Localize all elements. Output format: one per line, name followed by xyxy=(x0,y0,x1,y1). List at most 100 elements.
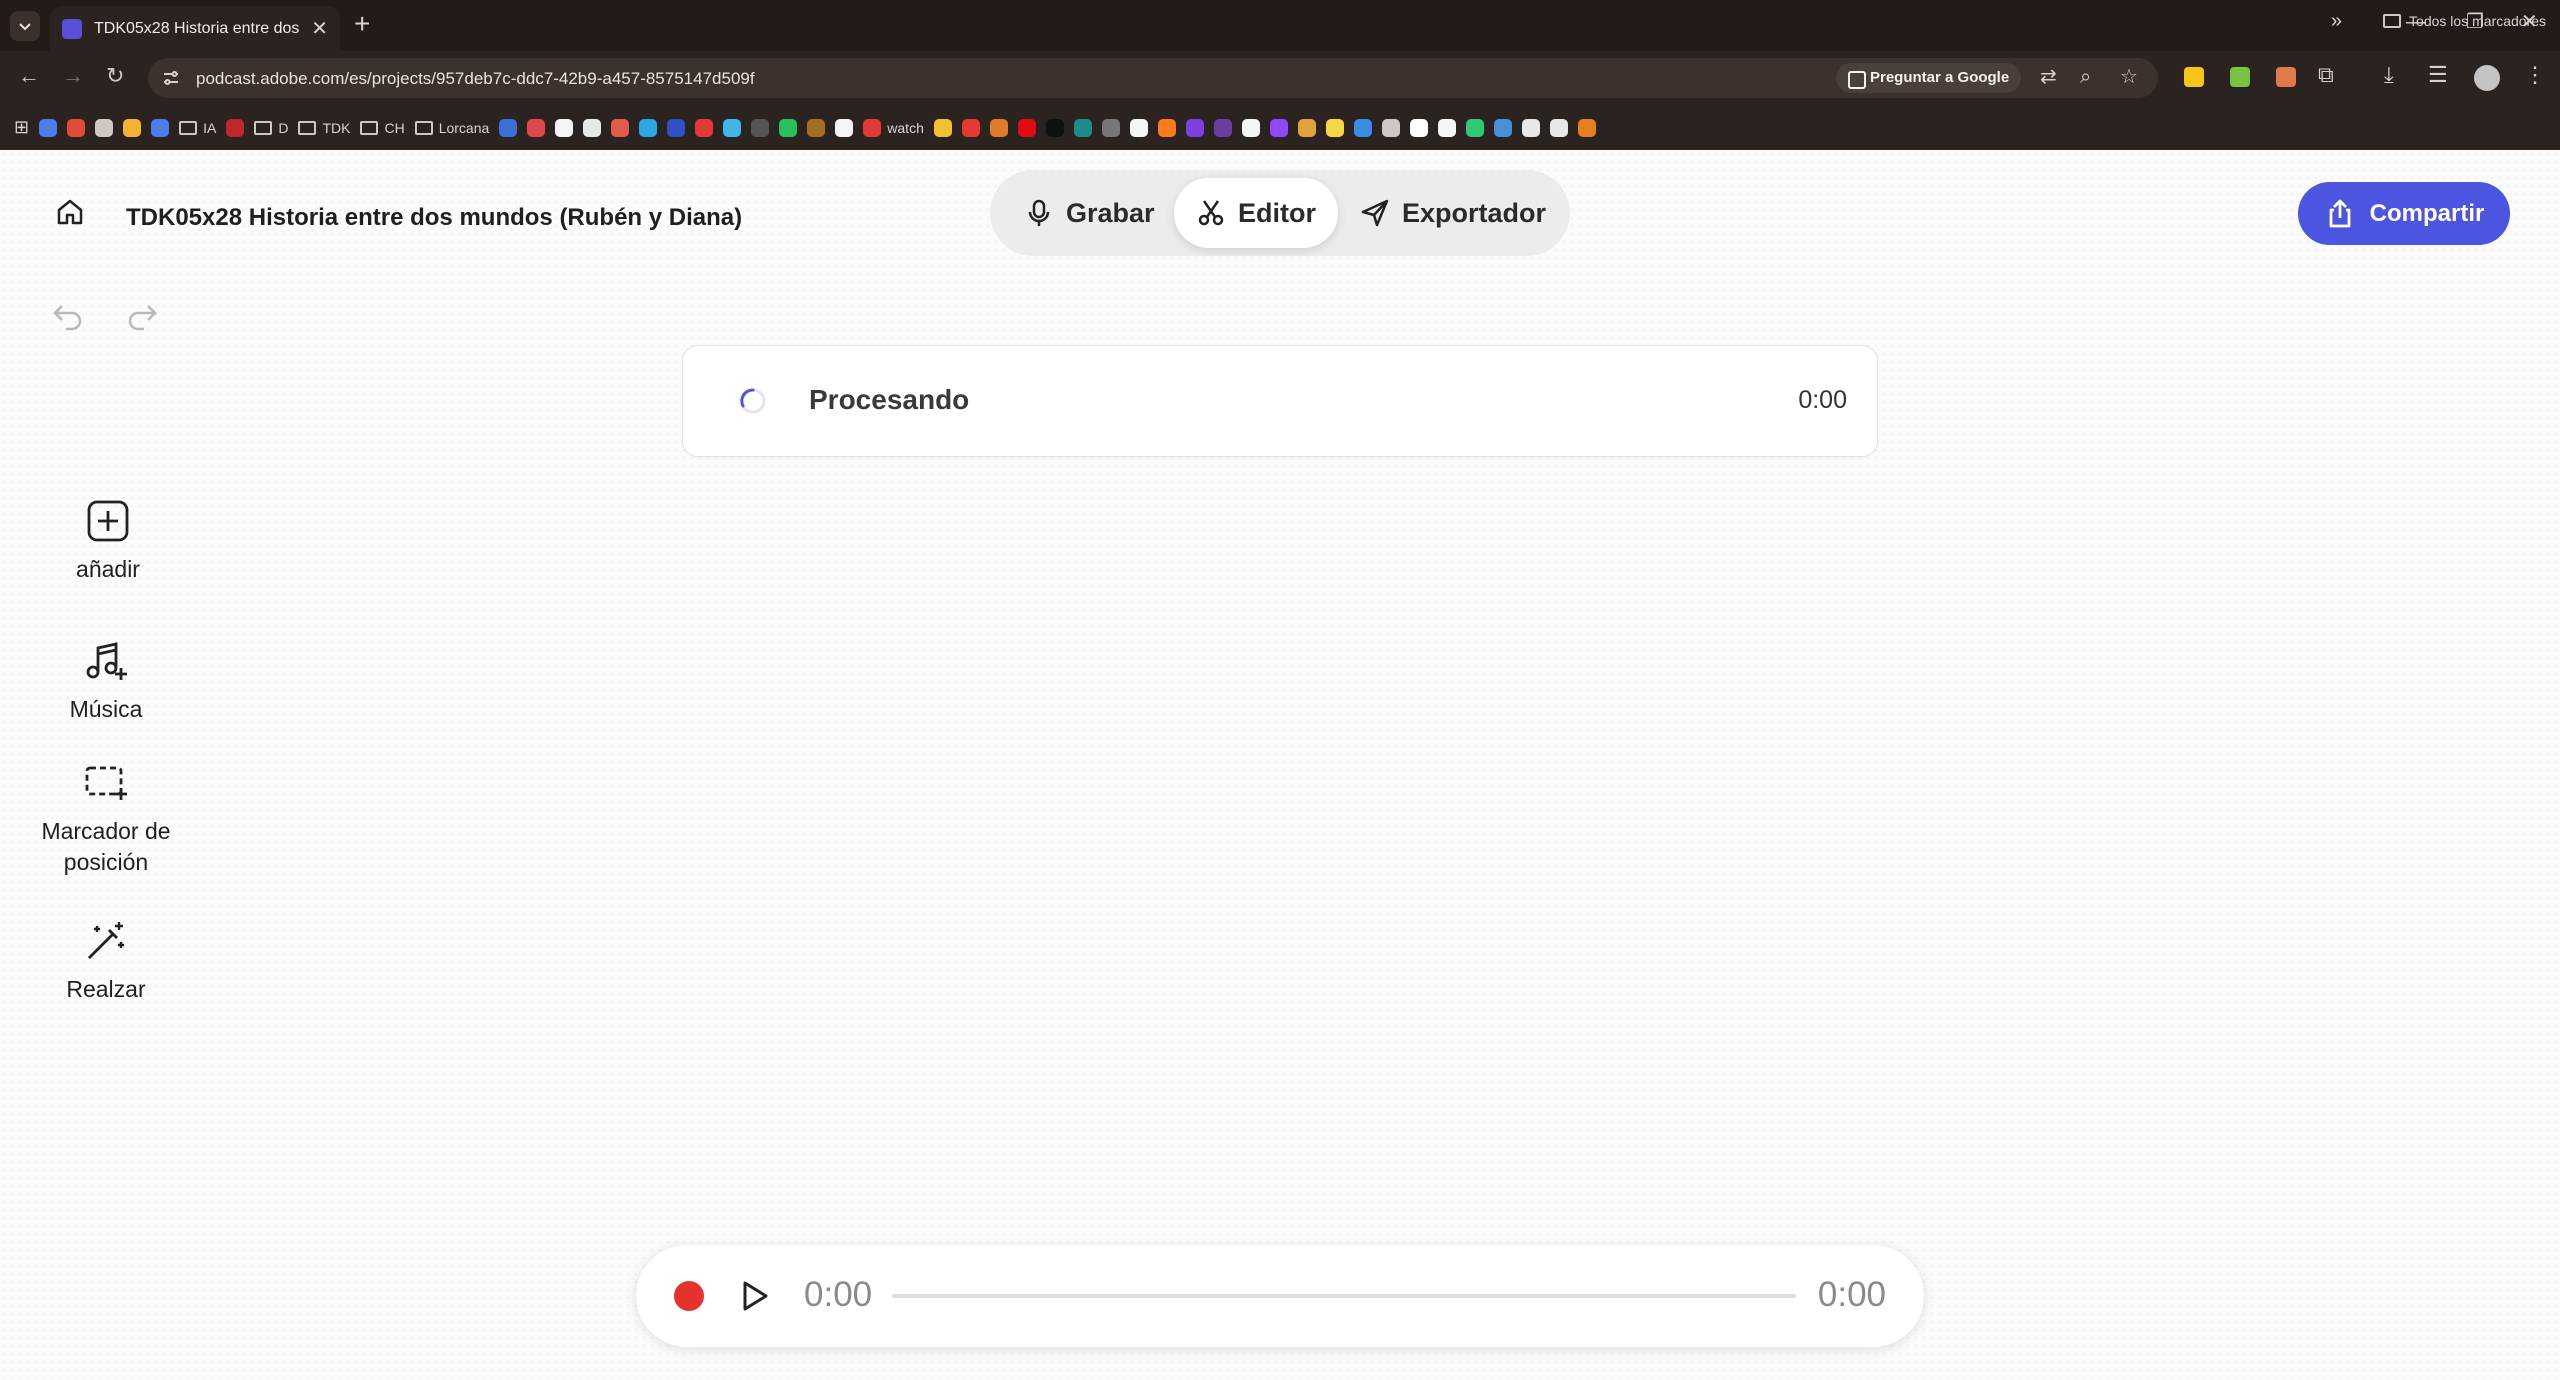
share-button[interactable]: Compartir xyxy=(2298,182,2510,245)
bookmark-item[interactable] xyxy=(611,118,630,137)
extension-green-icon[interactable] xyxy=(2230,67,2250,87)
tab-search-button[interactable] xyxy=(10,11,40,41)
redo-icon[interactable] xyxy=(124,298,160,334)
play-icon[interactable] xyxy=(736,1278,772,1314)
share-label: Compartir xyxy=(2369,199,2485,227)
bookmark-item[interactable] xyxy=(1325,118,1344,137)
browser-tab[interactable]: TDK05x28 Historia entre dos mundos ✕ xyxy=(50,6,340,51)
bookmark-item[interactable] xyxy=(723,118,742,137)
menu-kebab-icon[interactable]: ⋮ xyxy=(2524,64,2546,86)
add-tool-button[interactable]: añadir xyxy=(18,498,198,585)
bookmark-item[interactable] xyxy=(1129,118,1148,137)
bookmark-star-icon[interactable]: ☆ xyxy=(2120,67,2138,87)
bookmark-item[interactable] xyxy=(1073,118,1092,137)
bookmark-item[interactable] xyxy=(1437,118,1456,137)
bookmark-item[interactable] xyxy=(67,118,86,137)
bookmark-item[interactable] xyxy=(1045,118,1064,137)
bookmark-item[interactable] xyxy=(1465,118,1484,137)
more-bookmarks-icon[interactable]: » xyxy=(2331,10,2342,33)
bookmark-item[interactable] xyxy=(1269,118,1288,137)
ask-google-button[interactable]: Preguntar a Google xyxy=(1836,63,2022,93)
bookmark-item[interactable] xyxy=(1213,118,1232,137)
bookmark-item[interactable] xyxy=(1101,118,1120,137)
tab-grabar[interactable]: Grabar xyxy=(1002,178,1177,248)
back-icon[interactable]: ← xyxy=(18,65,40,87)
bookmark-item[interactable] xyxy=(835,118,854,137)
bookmark-item[interactable] xyxy=(555,118,574,137)
reload-icon[interactable]: ↻ xyxy=(106,65,124,87)
bookmark-item[interactable] xyxy=(1017,118,1036,137)
bookmark-item[interactable] xyxy=(1521,118,1540,137)
bookmark-item[interactable]: watch xyxy=(863,118,924,137)
track-card[interactable]: Procesando 0:00 xyxy=(682,345,1878,457)
bookmark-item[interactable] xyxy=(1549,118,1568,137)
bookmark-favicon-icon xyxy=(639,118,658,137)
bookmark-item[interactable] xyxy=(1297,118,1316,137)
enhance-tool-button[interactable]: Realzar xyxy=(16,918,196,1005)
bookmark-favicon-icon xyxy=(123,118,142,137)
bookmark-item[interactable] xyxy=(1493,118,1512,137)
bookmark-item[interactable] xyxy=(933,118,952,137)
all-bookmarks-folder[interactable]: Todos los marcadores xyxy=(2383,13,2546,29)
project-title[interactable]: TDK05x28 Historia entre dos mundos (Rubé… xyxy=(126,204,742,232)
bookmark-favicon-icon xyxy=(1157,118,1176,137)
close-tab-icon[interactable]: ✕ xyxy=(311,19,328,39)
forward-icon[interactable]: → xyxy=(62,65,84,87)
bookmark-item[interactable] xyxy=(226,118,245,137)
site-settings-icon[interactable] xyxy=(162,69,180,87)
extension-orange-icon[interactable] xyxy=(2276,67,2296,87)
new-tab-button[interactable]: + xyxy=(354,10,370,38)
profile-avatar-icon[interactable] xyxy=(2474,65,2500,91)
bookmark-item[interactable] xyxy=(151,118,170,137)
bookmark-item[interactable]: Lorcana xyxy=(414,120,489,136)
bookmark-item[interactable] xyxy=(639,118,658,137)
bookmark-item[interactable]: IA xyxy=(179,120,216,136)
bookmark-item[interactable] xyxy=(667,118,686,137)
bookmark-item[interactable] xyxy=(961,118,980,137)
bookmark-item[interactable] xyxy=(779,118,798,137)
bookmark-item[interactable] xyxy=(39,118,58,137)
placeholder-add-icon xyxy=(85,766,127,800)
bookmark-item[interactable] xyxy=(1353,118,1372,137)
bookmark-item[interactable] xyxy=(751,118,770,137)
bookmark-item[interactable] xyxy=(583,118,602,137)
bookmark-item[interactable] xyxy=(1157,118,1176,137)
record-button[interactable] xyxy=(674,1281,704,1311)
bookmark-item[interactable] xyxy=(1241,118,1260,137)
zoom-icon[interactable]: ⌕ xyxy=(2080,67,2091,87)
bookmark-item[interactable]: CH xyxy=(360,120,405,136)
bookmark-item[interactable]: D xyxy=(254,120,288,136)
bookmark-item[interactable] xyxy=(807,118,826,137)
translate-icon[interactable]: ⇄ xyxy=(2040,67,2057,87)
apps-grid-icon[interactable]: ⊞ xyxy=(14,117,29,138)
bookmark-favicon-icon xyxy=(667,118,686,137)
bookmark-favicon-icon xyxy=(1437,118,1456,137)
tab-exportador[interactable]: Exportador xyxy=(1338,178,1568,248)
bookmark-item[interactable] xyxy=(1381,118,1400,137)
bookmark-item[interactable] xyxy=(989,118,1008,137)
address-bar[interactable]: podcast.adobe.com/es/projects/957deb7c-d… xyxy=(148,58,2158,98)
url-text: podcast.adobe.com/es/projects/957deb7c-d… xyxy=(196,69,755,88)
downloads-icon[interactable]: ⤓ xyxy=(2384,64,2394,86)
bookmark-item[interactable] xyxy=(695,118,714,137)
bookmark-favicon-icon xyxy=(555,118,574,137)
playback-scrubber[interactable] xyxy=(892,1294,1796,1298)
bookmark-item[interactable] xyxy=(499,118,518,137)
music-tool-button[interactable]: Música xyxy=(16,638,196,725)
bookmark-item[interactable]: TDK xyxy=(298,120,350,136)
bookmark-item[interactable] xyxy=(527,118,546,137)
tab-editor[interactable]: Editor xyxy=(1174,178,1338,248)
placeholder-tool-button[interactable]: Marcador de posición xyxy=(16,760,196,878)
bookmark-item[interactable] xyxy=(95,118,114,137)
bookmark-item[interactable] xyxy=(1577,118,1596,137)
extension-keep-icon[interactable] xyxy=(2184,67,2204,87)
undo-icon[interactable] xyxy=(50,298,86,334)
extensions-puzzle-icon[interactable]: ⧉ xyxy=(2318,64,2334,86)
chevron-down-icon xyxy=(19,23,31,31)
reading-list-icon[interactable]: ☰ xyxy=(2428,64,2448,86)
bookmark-favicon-icon xyxy=(1213,118,1232,137)
bookmark-item[interactable] xyxy=(1409,118,1428,137)
bookmark-item[interactable] xyxy=(123,118,142,137)
bookmark-item[interactable] xyxy=(1185,118,1204,137)
home-button[interactable] xyxy=(52,194,88,230)
